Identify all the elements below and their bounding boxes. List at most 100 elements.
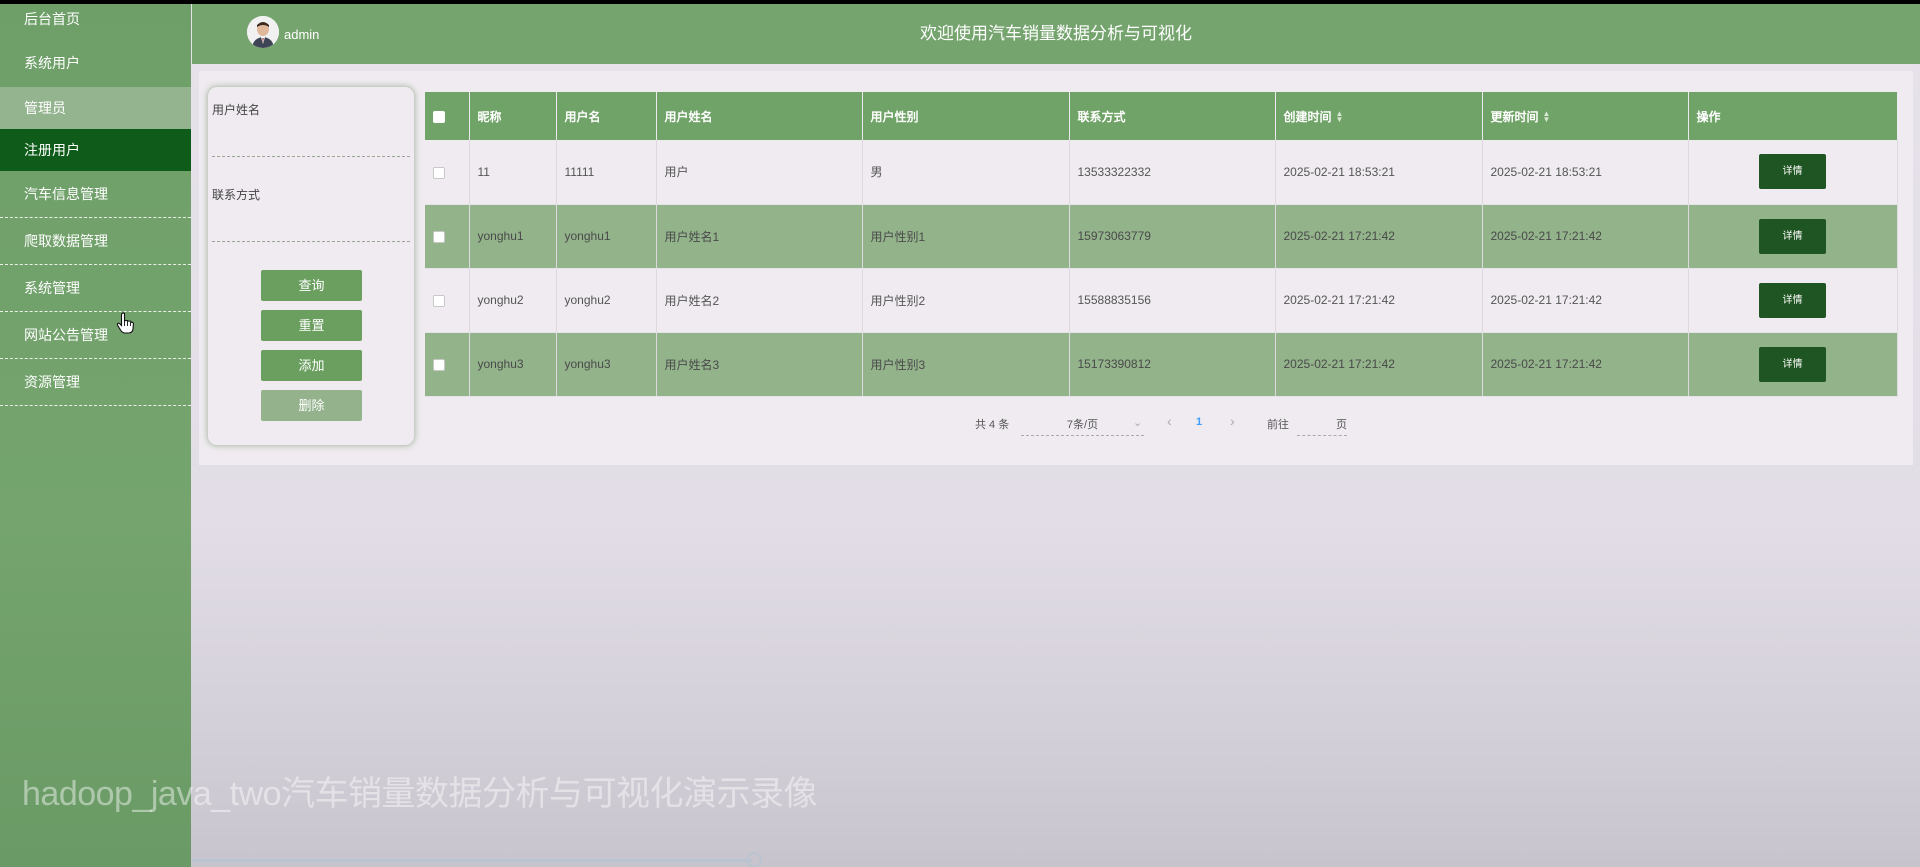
cell-username: yonghu1 <box>556 204 657 269</box>
cell-created: 2025-02-21 17:21:42 <box>1275 204 1483 269</box>
cell-username: yonghu3 <box>556 332 657 397</box>
phone-search-input[interactable] <box>212 217 410 239</box>
name-field-underline <box>212 156 410 157</box>
cell-action: 详情 <box>1688 140 1898 205</box>
column-header-name: 用户姓名 <box>656 92 863 140</box>
prev-page-button[interactable]: ‹ <box>1167 413 1172 429</box>
query-button[interactable]: 查询 <box>261 270 362 301</box>
page-size-select[interactable]: 7条/页 ⌄ <box>1021 416 1144 436</box>
cell-gender: 用户性别1 <box>862 204 1070 269</box>
column-header-action: 操作 <box>1688 92 1898 140</box>
column-header-username: 用户名 <box>556 92 657 140</box>
row-checkbox[interactable] <box>433 230 445 243</box>
cell-nickname: yonghu1 <box>469 204 557 269</box>
name-search-input[interactable] <box>212 132 410 154</box>
sort-icon[interactable]: ▲ ▼ <box>1336 110 1344 124</box>
cell-updated: 2025-02-21 18:53:21 <box>1482 140 1689 205</box>
cell-created: 2025-02-21 18:53:21 <box>1275 140 1483 205</box>
name-field-label: 用户姓名 <box>212 103 261 117</box>
video-watermark: hadoop_java_two汽车销量数据分析与可视化演示录像 <box>22 775 818 813</box>
cell-action: 详情 <box>1688 332 1898 397</box>
column-header-updated[interactable]: 更新时间 ▲ ▼ <box>1482 92 1689 140</box>
sidebar-item-registered-users[interactable]: 注册用户 <box>0 129 191 171</box>
top-header: admin 欢迎使用汽车销量数据分析与可视化 <box>192 4 1920 64</box>
column-header-nickname: 昵称 <box>469 92 557 140</box>
row-select-cell <box>425 332 470 397</box>
table-row: yonghu1 yonghu1 用户姓名1 用户性别1 15973063779 … <box>425 204 1898 269</box>
cell-name: 用户 <box>656 140 863 205</box>
app-window: 后台首页 系统用户 管理员 注册用户 汽车信息管理 爬取数据管理 系统管理 网站… <box>0 4 1920 867</box>
cell-username: yonghu2 <box>556 268 657 333</box>
select-all-checkbox[interactable] <box>433 110 445 123</box>
phone-field-label: 联系方式 <box>212 188 261 202</box>
column-header-created-label: 创建时间 <box>1283 109 1332 124</box>
page-size-value: 7条/页 <box>1066 419 1099 431</box>
row-checkbox[interactable] <box>433 358 445 371</box>
cell-nickname: yonghu2 <box>469 268 557 333</box>
cell-name: 用户姓名2 <box>656 268 863 333</box>
cell-phone: 15173390812 <box>1069 332 1276 397</box>
table-row: yonghu3 yonghu3 用户姓名3 用户性别3 15173390812 … <box>425 332 1898 397</box>
row-select-cell <box>425 268 470 333</box>
cell-created: 2025-02-21 17:21:42 <box>1275 332 1483 397</box>
next-page-button[interactable]: › <box>1230 413 1235 429</box>
cell-updated: 2025-02-21 17:21:42 <box>1482 268 1689 333</box>
sidebar: 后台首页 系统用户 管理员 注册用户 汽车信息管理 爬取数据管理 系统管理 网站… <box>0 4 191 867</box>
page-title: 欢迎使用汽车销量数据分析与可视化 <box>920 24 1192 43</box>
phone-field-underline <box>212 241 410 242</box>
cell-nickname: yonghu3 <box>469 332 557 397</box>
chevron-down-icon: ⌄ <box>1133 417 1143 429</box>
cell-username: 11111 <box>556 140 657 205</box>
cell-name: 用户姓名1 <box>656 204 863 269</box>
cell-nickname: 11 <box>469 140 557 205</box>
cell-phone: 13533322332 <box>1069 140 1276 205</box>
sidebar-item-system-manage[interactable]: 系统管理 <box>0 265 191 312</box>
sidebar-item-crawl-data[interactable]: 爬取数据管理 <box>0 218 191 265</box>
detail-button[interactable]: 详情 <box>1759 346 1826 382</box>
sort-icon[interactable]: ▲ ▼ <box>1543 110 1551 124</box>
sidebar-item-admin[interactable]: 管理员 <box>0 87 191 129</box>
search-panel: 用户姓名 联系方式 查询 重置 添加 删除 <box>207 86 415 446</box>
sidebar-item-home[interactable]: 后台首页 <box>0 4 191 40</box>
cell-gender: 用户性别3 <box>862 332 1070 397</box>
main-panel: 用户姓名 联系方式 查询 重置 添加 删除 昵称 用户名 用户姓名 用户性别 联… <box>199 71 1913 465</box>
column-header-phone: 联系方式 <box>1069 92 1276 140</box>
table-row: yonghu2 yonghu2 用户姓名2 用户性别2 15588835156 … <box>425 268 1898 333</box>
video-progress-track[interactable] <box>192 859 752 862</box>
cell-name: 用户姓名3 <box>656 332 863 397</box>
add-button[interactable]: 添加 <box>261 350 362 381</box>
cell-action: 详情 <box>1688 268 1898 333</box>
detail-button[interactable]: 详情 <box>1759 282 1826 318</box>
goto-prefix: 前往 <box>1267 419 1289 431</box>
page-number-current[interactable]: 1 <box>1196 416 1202 428</box>
pagination: 共 4 条 7条/页 ⌄ ‹ 1 › 前往 页 <box>199 413 1913 436</box>
cell-gender: 用户性别2 <box>862 268 1070 333</box>
cell-action: 详情 <box>1688 204 1898 269</box>
column-header-updated-label: 更新时间 <box>1490 109 1539 124</box>
cell-created: 2025-02-21 17:21:42 <box>1275 268 1483 333</box>
table-header-row: 昵称 用户名 用户姓名 用户性别 联系方式 创建时间 ▲ ▼ 更新时间 ▲ ▼ 操作 <box>425 92 1898 140</box>
sidebar-item-resources[interactable]: 资源管理 <box>0 359 191 406</box>
goto-suffix: 页 <box>1336 419 1347 431</box>
cell-updated: 2025-02-21 17:21:42 <box>1482 332 1689 397</box>
detail-button[interactable]: 详情 <box>1759 218 1826 254</box>
cell-gender: 男 <box>862 140 1070 205</box>
row-select-cell <box>425 204 470 269</box>
detail-button[interactable]: 详情 <box>1759 154 1826 190</box>
cell-updated: 2025-02-21 17:21:42 <box>1482 204 1689 269</box>
reset-button[interactable]: 重置 <box>261 310 362 341</box>
select-all-cell <box>425 92 470 140</box>
column-header-created[interactable]: 创建时间 ▲ ▼ <box>1275 92 1483 140</box>
user-table: 昵称 用户名 用户姓名 用户性别 联系方式 创建时间 ▲ ▼ 更新时间 ▲ ▼ 操作 1… <box>425 92 1898 397</box>
sidebar-item-system-users[interactable]: 系统用户 <box>0 40 191 87</box>
video-progress-handle[interactable] <box>746 852 762 867</box>
row-checkbox[interactable] <box>433 294 445 307</box>
cell-phone: 15973063779 <box>1069 204 1276 269</box>
sidebar-item-car-info[interactable]: 汽车信息管理 <box>0 171 191 218</box>
row-select-cell <box>425 140 470 205</box>
column-header-gender: 用户性别 <box>862 92 1070 140</box>
pagination-total: 共 4 条 <box>975 419 1010 431</box>
sidebar-item-announcements[interactable]: 网站公告管理 <box>0 312 191 359</box>
row-checkbox[interactable] <box>433 166 445 179</box>
cell-phone: 15588835156 <box>1069 268 1276 333</box>
